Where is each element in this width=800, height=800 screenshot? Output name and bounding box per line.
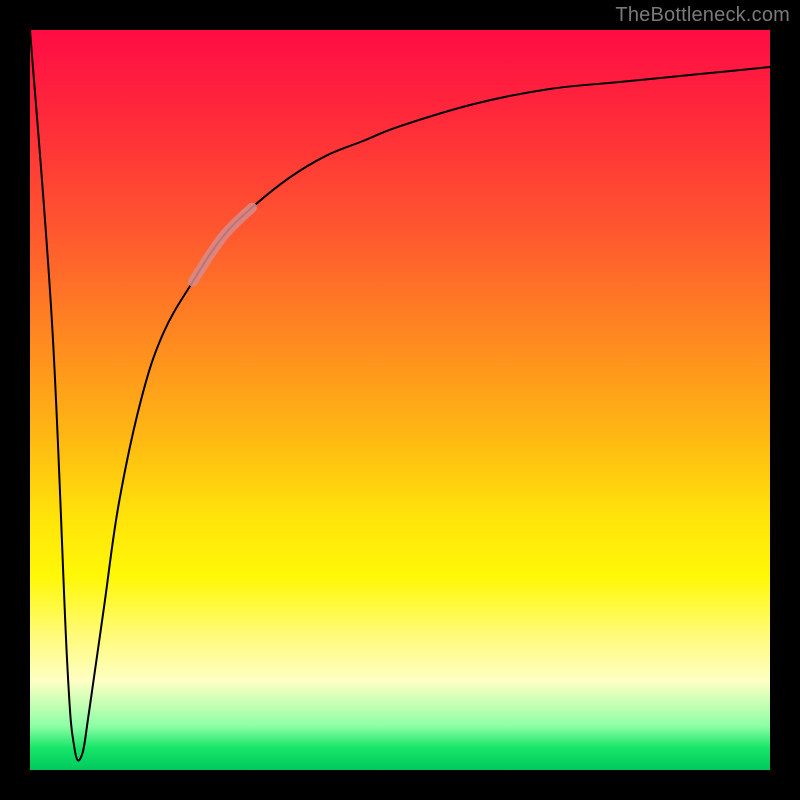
curve-highlight-segment: [193, 208, 252, 282]
bottleneck-curve: [30, 30, 770, 761]
curve-svg: [30, 30, 770, 770]
plot-area: [30, 30, 770, 770]
watermark-text: TheBottleneck.com: [615, 4, 790, 27]
chart-container: TheBottleneck.com: [0, 0, 800, 800]
